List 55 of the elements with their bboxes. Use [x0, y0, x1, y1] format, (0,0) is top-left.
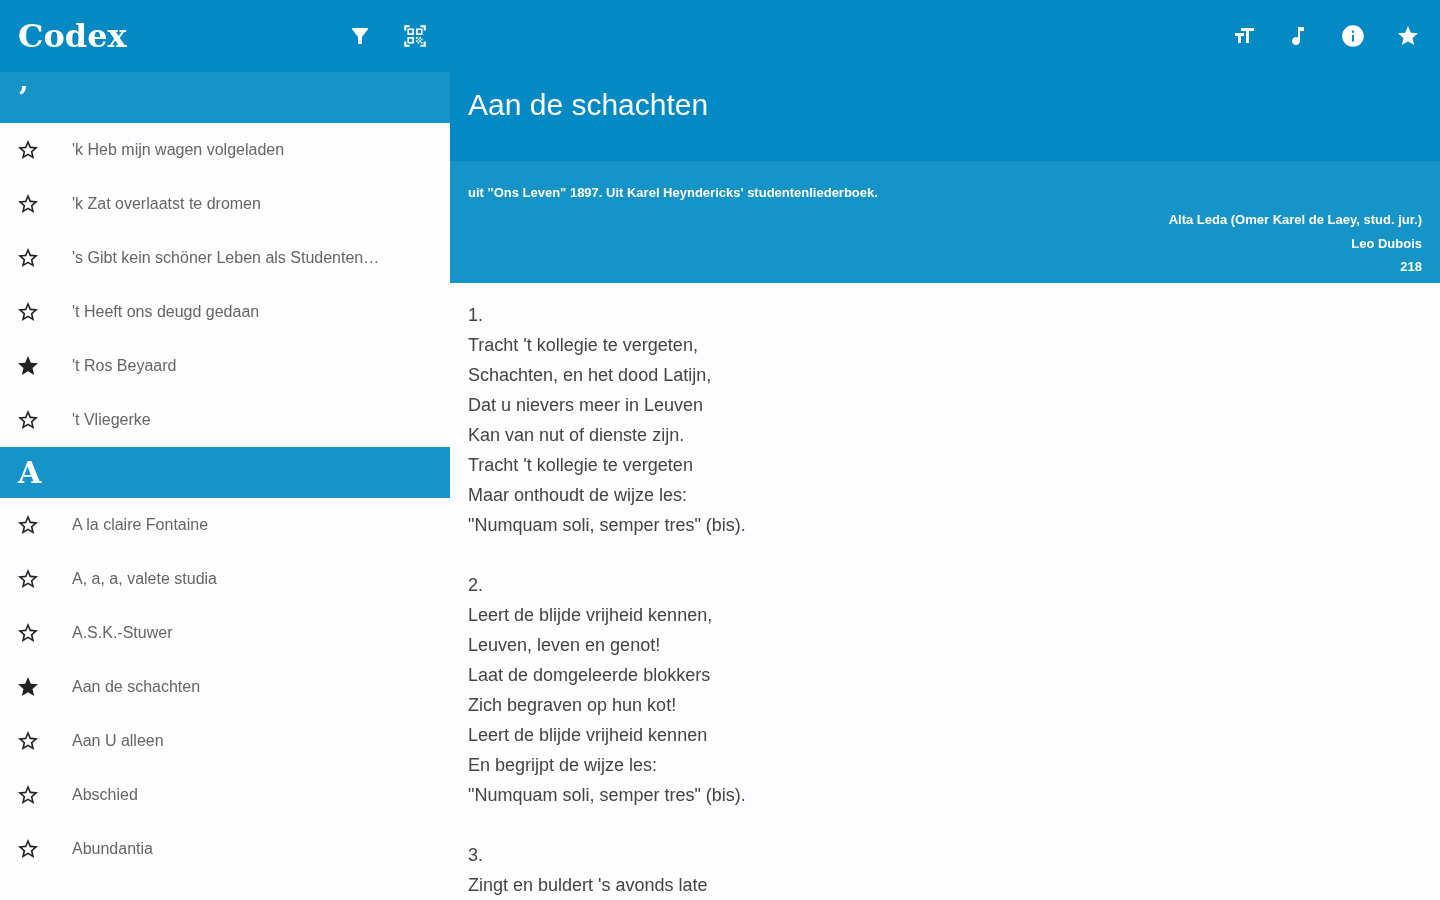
- song-title-heading: Aan de schachten: [467, 87, 710, 123]
- song-title: 't Ros Beyaard: [72, 356, 177, 376]
- song-composer: Leo Dubois: [1351, 234, 1422, 253]
- lyric-line: Laat de domgeleerde blokkers: [468, 664, 712, 687]
- star-outline-icon[interactable]: [16, 621, 40, 645]
- lyric-line: Tracht 't kollegie te vergeten: [468, 454, 694, 477]
- lyric-line: Zich begraven op hun kot!: [468, 694, 678, 717]
- verse-number: 1.: [468, 304, 484, 327]
- lyric-line: Tracht 't kollegie te vergeten,: [468, 334, 699, 357]
- star-outline-icon[interactable]: [16, 837, 40, 861]
- favorite-star-icon[interactable]: [1396, 24, 1420, 48]
- filled-star-icon[interactable]: [16, 354, 40, 378]
- verse-number: 2.: [468, 574, 484, 597]
- song-title: Abschied: [72, 785, 138, 805]
- lyric-line: Leert de blijde vrijheid kennen: [468, 724, 709, 747]
- song-number: 218: [1400, 258, 1422, 277]
- info-icon[interactable]: [1340, 23, 1366, 49]
- star-outline-icon[interactable]: [16, 192, 40, 216]
- song-title: 'k Heb mijn wagen volgeladen: [72, 140, 285, 160]
- star-outline-icon[interactable]: [16, 783, 40, 807]
- song-title: Aan U alleen: [72, 731, 164, 751]
- song-title: A la claire Fontaine: [72, 515, 209, 535]
- song-title: Aan de schachten: [72, 677, 201, 697]
- lyric-line: Kan van nut of dienste zijn.: [468, 424, 686, 447]
- section-letter: A: [18, 454, 42, 492]
- song-lyricist: Alta Leda (Omer Karel de Laey, stud. jur.): [1168, 211, 1422, 230]
- song-title: 't Heeft ons deugd gedaan: [72, 302, 260, 322]
- lyric-line: "Numquam soli, semper tres" (bis).: [468, 784, 747, 807]
- star-outline-icon[interactable]: [16, 567, 40, 591]
- song-source: uit "Ons Leven" 1897. Uit Karel Heyndericks' studentenliederboek.: [468, 183, 879, 202]
- star-outline-icon[interactable]: [16, 513, 40, 537]
- star-outline-icon[interactable]: [16, 300, 40, 324]
- lyric-line: Maar onthoudt de wijze les:: [468, 484, 689, 507]
- lyric-line: Leert de blijde vrijheid kennen,: [468, 604, 714, 627]
- lyric-line: Zingt en buldert 's avonds late: [468, 874, 709, 897]
- star-outline-icon[interactable]: [16, 408, 40, 432]
- song-title: Abundantia: [72, 839, 153, 859]
- song-title: 'k Zat overlaatst te dromen: [72, 194, 261, 214]
- section-letter: ’: [18, 79, 29, 117]
- star-outline-icon[interactable]: [16, 138, 40, 162]
- star-outline-icon[interactable]: [16, 729, 40, 753]
- filled-star-icon[interactable]: [16, 675, 40, 699]
- app-logo: Codex: [18, 16, 127, 57]
- song-title: A.S.K.-Stuwer: [72, 623, 173, 643]
- lyric-line: Leuven, leven en genot!: [468, 634, 662, 657]
- star-outline-icon[interactable]: [16, 246, 40, 270]
- lyric-line: Dat u nievers meer in Leuven: [468, 394, 705, 417]
- lyric-line: Schachten, en het dood Latijn,: [468, 364, 713, 387]
- lyric-line: "Numquam soli, semper tres" (bis).: [468, 514, 747, 537]
- lyric-line: En begrijpt de wijze les:: [468, 754, 659, 777]
- song-title: 't Vliegerke: [72, 410, 151, 430]
- song-title: 's Gibt kein schöner Leben als Studenten…: [72, 248, 380, 268]
- verse-number: 3.: [468, 844, 484, 867]
- song-title: A, a, a, valete studia: [72, 569, 217, 589]
- scan-icon[interactable]: [402, 23, 428, 49]
